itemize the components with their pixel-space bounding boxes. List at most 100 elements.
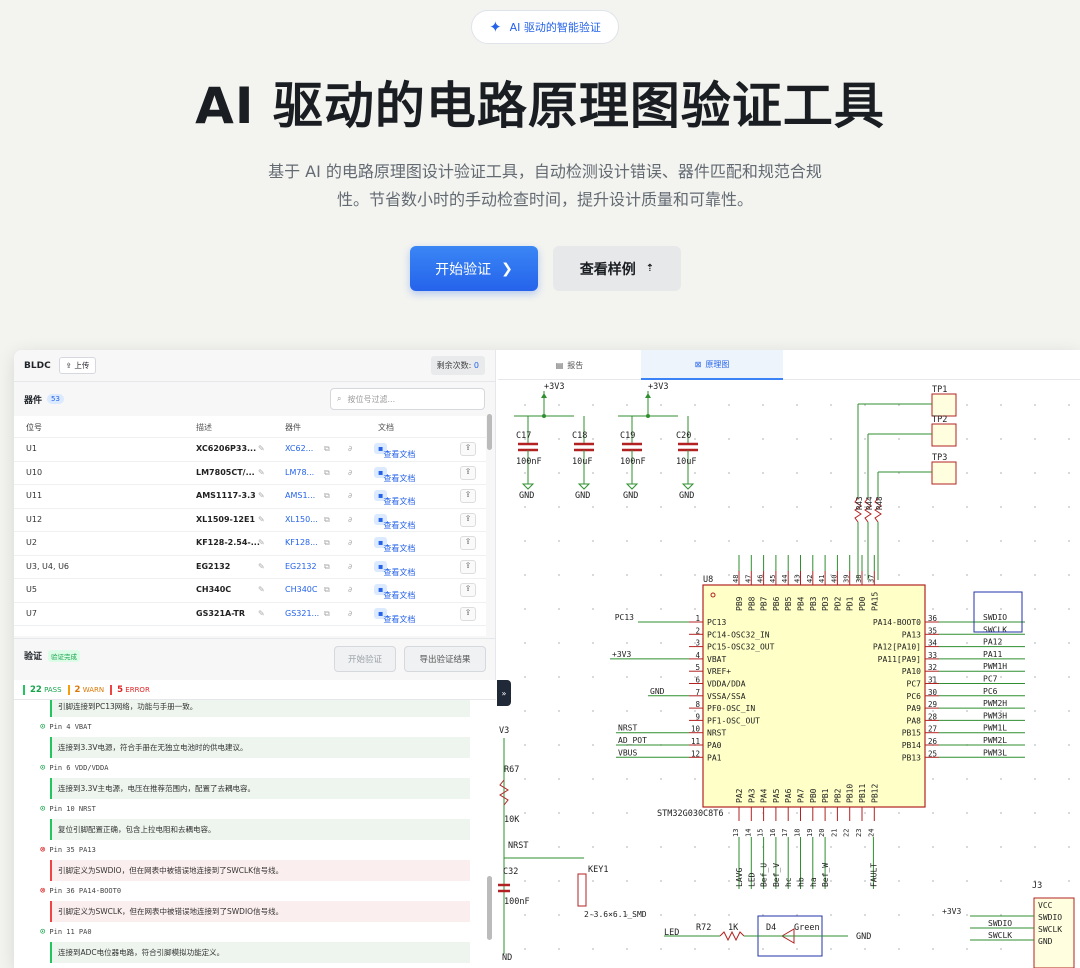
pin-name: PF0-OSC_IN [707,704,755,713]
upload-doc-icon[interactable]: ⇪ [460,559,476,574]
pin-name: PD0 [858,596,867,611]
view-doc-button[interactable]: ▪ 查看文档 [374,607,415,624]
power-arrow-icon [645,393,651,398]
gnd-symbol-icon [521,483,535,490]
net-label: SWDIO [983,613,1007,622]
copy-icon[interactable]: ⧉ [324,538,330,548]
edit-icon[interactable]: ✎ [258,515,265,524]
gnd-symbol-icon [681,483,695,490]
view-doc-button[interactable]: ▪ 查看文档 [374,560,415,577]
tab-report[interactable]: ▤ 报告 [498,350,641,380]
verify-message: 引脚定义为SWCLK，但在网表中被错误地连接到了SWDIO信号线。 [50,901,470,922]
pin-name: PB0 [809,788,818,803]
pin-number: 1 [695,614,700,623]
copy-icon[interactable]: ⧉ [324,468,330,478]
resistor-ref: R67 [504,765,519,775]
filter-input[interactable]: ⌕ 按位号过滤... [330,388,485,410]
net-label: VBUS [618,748,637,757]
view-doc-label: 查看文档 [383,591,416,600]
verify-pin-label: Pin 11 PA0 [49,928,92,936]
cell-part[interactable]: AMS1... [285,491,315,500]
table-row[interactable]: U12 XL1509-12E1 ✎ XL150... ⧉ ∂ ▪ 查看文档 ⇪ [14,509,486,532]
link-icon[interactable]: ∂ [348,515,352,524]
start-verify-button[interactable]: 开始验证 ❯ [410,246,538,291]
link-icon[interactable]: ∂ [348,538,352,547]
upload-doc-icon[interactable]: ⇪ [460,442,476,456]
upload-doc-icon[interactable]: ⇪ [460,583,476,597]
view-doc-button[interactable]: ▪ 查看文档 [374,490,415,506]
start-verify-label: 开始验证 [435,261,492,278]
tab-schematic[interactable]: ⊠ 原理图 [641,350,783,380]
view-doc-button[interactable]: ▪ 查看文档 [374,443,415,459]
components-title: 器件 [24,395,43,406]
filter-placeholder: 按位号过滤... [347,394,396,404]
collapse-panel-button[interactable]: » [497,680,511,706]
link-icon[interactable]: ∂ [348,609,352,618]
table-row[interactable]: U10 LM7805CT/... ✎ LM78... ⧉ ∂ ▪ 查看文档 ⇪ [14,462,486,485]
table-row[interactable]: U3, U4, U6 EG2132 ✎ EG2132 ⧉ ∂ ▪ 查看文档 ⇪ [14,556,486,579]
copy-icon[interactable]: ⧉ [324,585,330,595]
upload-button[interactable]: ⇪ 上传 [58,357,97,374]
pin-name: PB6 [772,596,781,611]
project-name: BLDC [24,360,51,371]
view-example-button[interactable]: 查看样例 ⇡ [553,246,681,291]
upload-doc-icon[interactable]: ⇪ [460,512,476,527]
warn-label: WARN [82,685,105,694]
cell-part[interactable]: KF128... [285,538,318,547]
cell-part[interactable]: XL150... [285,515,318,524]
schematic-icon: ⊠ [694,359,702,369]
link-icon[interactable]: ∂ [348,468,352,477]
view-doc-button[interactable]: ▪ 查看文档 [374,584,415,600]
net-label: SWDIO [988,919,1012,928]
page-title: AI 驱动的电路原理图验证工具 [195,77,885,135]
edit-icon[interactable]: ✎ [258,444,265,453]
copy-icon[interactable]: ⧉ [324,515,330,525]
start-verify-small-button[interactable]: 开始验证 [334,646,396,672]
table-row[interactable]: U11 AMS1117-3.3 ✎ AMS1... ⧉ ∂ ▪ 查看文档 ⇪ [14,485,486,509]
table-row[interactable]: U2 KF128-2.54-... ✎ KF128... ⧉ ∂ ▪ 查看文档 ⇪ [14,532,486,556]
link-icon[interactable]: ∂ [348,491,352,500]
table-row[interactable]: U7 GS321A-TR ✎ GS321... ⧉ ∂ ▪ 查看文档 ⇪ [14,603,486,626]
upload-doc-icon[interactable]: ⇪ [460,489,476,503]
table-row[interactable]: U5 CH340C ✎ CH340C ⧉ ∂ ▪ 查看文档 ⇪ [14,579,486,603]
copy-icon[interactable]: ⧉ [324,609,330,619]
net-label: PWM3H [983,711,1007,720]
cell-part[interactable]: EG2132 [285,562,317,571]
net-label: Bef_U [760,863,769,887]
cap-value: 10uF [572,457,592,467]
tab-schematic-label: 原理图 [705,359,730,369]
copy-icon[interactable]: ⧉ [324,562,330,572]
edit-icon[interactable]: ✎ [258,491,265,500]
cell-part[interactable]: XC62... [285,444,313,453]
connector-pin: SWCLK [1038,925,1062,934]
cell-part[interactable]: CH340C [285,585,317,594]
view-doc-button[interactable]: ▪ 查看文档 [374,513,415,530]
cell-part[interactable]: GS321... [285,609,319,618]
table-row[interactable]: U1 XC6206P33... ✎ XC62... ⧉ ∂ ▪ 查看文档 ⇪ [14,438,486,462]
export-results-button[interactable]: 导出验证结果 [404,646,486,672]
net-label: LED [747,872,756,887]
copy-icon[interactable]: ⧉ [324,491,330,501]
edit-icon[interactable]: ✎ [258,562,265,571]
link-icon[interactable]: ∂ [348,444,352,453]
upload-doc-icon[interactable]: ⇪ [460,465,476,480]
view-doc-button[interactable]: ▪ 查看文档 [374,466,415,483]
net-label: PA12 [983,638,1002,647]
edit-icon[interactable]: ✎ [258,468,265,477]
cell-part[interactable]: LM78... [285,468,314,477]
link-icon[interactable]: ∂ [348,585,352,594]
upload-doc-icon[interactable]: ⇪ [460,606,476,621]
copy-icon[interactable]: ⧉ [324,444,330,454]
link-icon[interactable]: ∂ [348,562,352,571]
pin-name: PB7 [760,596,769,611]
view-doc-button[interactable]: ▪ 查看文档 [374,537,415,553]
upload-doc-icon[interactable]: ⇪ [460,536,476,550]
verify-pin-label: Pin 35 PA13 [49,846,96,854]
edit-icon[interactable]: ✎ [258,585,265,594]
table-scrollbar[interactable] [487,414,492,450]
edit-icon[interactable]: ✎ [258,609,265,618]
edit-icon[interactable]: ✎ [258,538,265,547]
verify-scrollbar[interactable] [487,876,492,940]
verify-pin: ⊗ Pin 35 PA13 [40,845,470,855]
schematic-canvas[interactable]: +3V3 +3V3 C17 100nF GND C18 10uF GND C19 100nF GND… [498,380,1080,968]
